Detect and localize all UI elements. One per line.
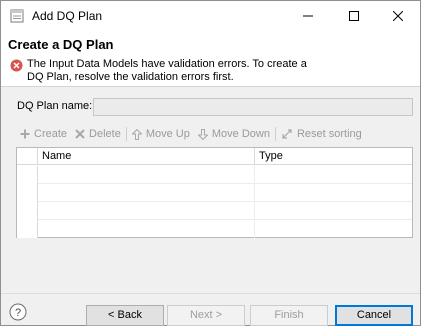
dq-plan-table[interactable]: Name Type [16,147,413,238]
row-header-cell [17,166,38,184]
name-cell[interactable] [38,184,255,202]
type-cell[interactable] [255,184,412,202]
cancel-button[interactable]: Cancel [335,305,413,326]
create-button[interactable]: Create [16,125,71,143]
validation-error-message: The Input Data Models have validation er… [27,58,307,83]
close-button[interactable] [375,1,421,31]
name-cell[interactable] [38,202,255,220]
table-row[interactable] [17,220,412,238]
plus-icon [20,129,30,139]
wizard-header: Create a DQ Plan The Input Data Models h… [1,31,420,87]
move-up-button[interactable]: Move Up [128,125,194,143]
next-button[interactable]: Next > [167,305,245,326]
add-dq-plan-dialog: Add DQ Plan Create a DQ Plan The Input D… [0,0,421,326]
app-icon [10,9,24,23]
x-icon [75,129,85,139]
window-title: Add DQ Plan [32,9,103,23]
close-icon [393,11,403,21]
table-row[interactable] [17,166,412,184]
move-up-label: Move Up [145,128,190,140]
table-row[interactable] [17,184,412,202]
help-icon[interactable]: ? [9,303,27,321]
column-header-name[interactable]: Name [38,148,255,165]
arrow-down-icon [197,128,208,140]
row-header-cell [17,220,38,238]
minimize-button[interactable] [285,1,331,31]
finish-button[interactable]: Finish [250,305,328,326]
minimize-icon [303,15,313,17]
row-header-cell [17,184,38,202]
maximize-button[interactable] [331,1,377,31]
row-header-corner [17,148,38,165]
error-icon [10,59,23,72]
svg-text:?: ? [15,307,21,319]
reset-sorting-label: Reset sorting [296,128,362,140]
row-header-cell [17,202,38,220]
toolbar-separator [274,127,276,141]
reset-sorting-button[interactable]: Reset sorting [277,125,366,143]
dialog-footer: ? < Back Next > Finish Cancel [1,293,420,326]
table-row[interactable] [17,202,412,220]
title-bar: Add DQ Plan [1,1,420,31]
column-header-type[interactable]: Type [255,148,410,165]
table-header: Name Type [17,148,412,165]
reset-sort-icon [282,129,292,139]
back-button[interactable]: < Back [86,305,164,326]
table-toolbar: Create Delete Move Up Move Down Reset so… [16,125,413,143]
type-cell[interactable] [255,202,412,220]
name-cell[interactable] [38,166,255,184]
delete-label: Delete [89,128,121,140]
move-down-button[interactable]: Move Down [194,125,274,143]
dq-plan-name-label: DQ Plan name: [17,100,93,112]
maximize-icon [349,11,359,21]
create-label: Create [34,128,68,140]
name-cell[interactable] [38,220,255,238]
dq-plan-name-input[interactable] [93,98,413,116]
page-title: Create a DQ Plan [8,37,114,52]
arrow-up-icon [131,128,142,140]
type-cell[interactable] [255,220,412,238]
move-down-label: Move Down [211,128,270,140]
type-cell[interactable] [255,166,412,184]
delete-button[interactable]: Delete [71,125,125,143]
toolbar-separator [125,127,127,141]
